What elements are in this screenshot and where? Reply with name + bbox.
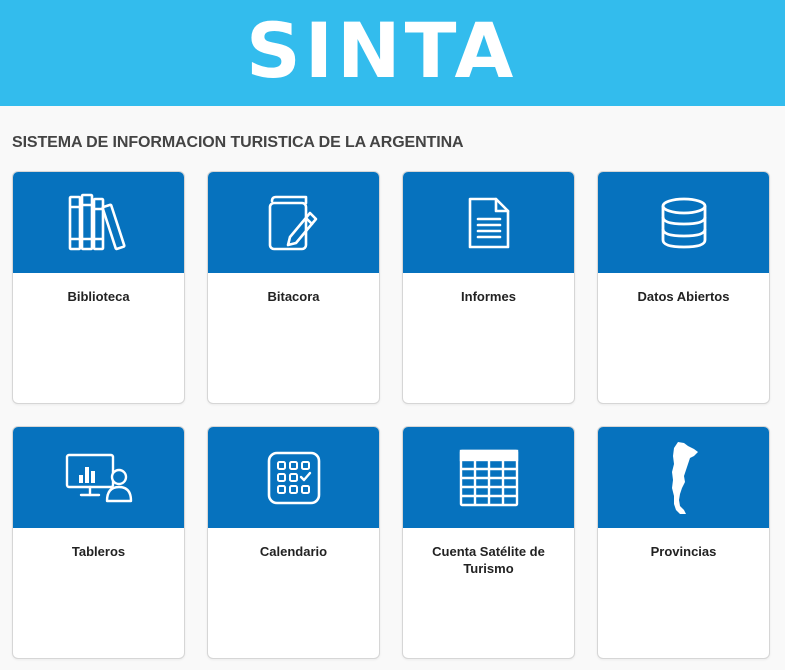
header-banner: SINTA xyxy=(0,0,785,106)
card-cuenta-satelite[interactable]: Cuenta Satélite de Turismo xyxy=(402,426,575,659)
dashboard-presenter-icon xyxy=(65,453,132,502)
argentina-map-icon xyxy=(671,441,698,514)
site-title: SINTA xyxy=(246,6,518,95)
calendar-icon xyxy=(267,451,320,504)
page-subtitle: SISTEMA DE INFORMACION TURISTICA DE LA A… xyxy=(12,134,464,151)
card-informes[interactable]: Informes xyxy=(402,171,575,404)
table-grid-icon xyxy=(459,449,518,506)
card-biblioteca[interactable]: Biblioteca xyxy=(12,171,185,404)
card-label: Provincias xyxy=(650,544,717,559)
card-icon-area xyxy=(13,172,184,273)
database-icon xyxy=(661,197,706,248)
books-icon xyxy=(68,193,126,250)
card-icon-area xyxy=(208,172,379,273)
card-tableros[interactable]: Tableros xyxy=(12,426,185,659)
card-icon-area xyxy=(403,427,574,528)
card-label: Datos Abiertos xyxy=(637,289,730,304)
card-icon-area xyxy=(208,427,379,528)
card-label: Calendario xyxy=(259,544,328,559)
card-datos-abiertos[interactable]: Datos Abiertos xyxy=(597,171,770,404)
card-calendario[interactable]: Calendario xyxy=(207,426,380,659)
card-icon-area xyxy=(598,427,769,528)
card-icon-area xyxy=(403,172,574,273)
card-label: Biblioteca xyxy=(67,289,130,304)
card-icon-area xyxy=(598,172,769,273)
card-label: Tableros xyxy=(71,544,126,559)
card-provincias[interactable]: Provincias xyxy=(597,426,770,659)
document-icon xyxy=(468,197,509,248)
card-label: Bitacora xyxy=(267,289,320,304)
card-label: Cuenta Satélite de Turismo xyxy=(432,544,545,576)
notebook-pen-icon xyxy=(268,195,317,250)
card-bitacora[interactable]: Bitacora xyxy=(207,171,380,404)
card-icon-area xyxy=(13,427,184,528)
card-label: Informes xyxy=(461,289,516,304)
